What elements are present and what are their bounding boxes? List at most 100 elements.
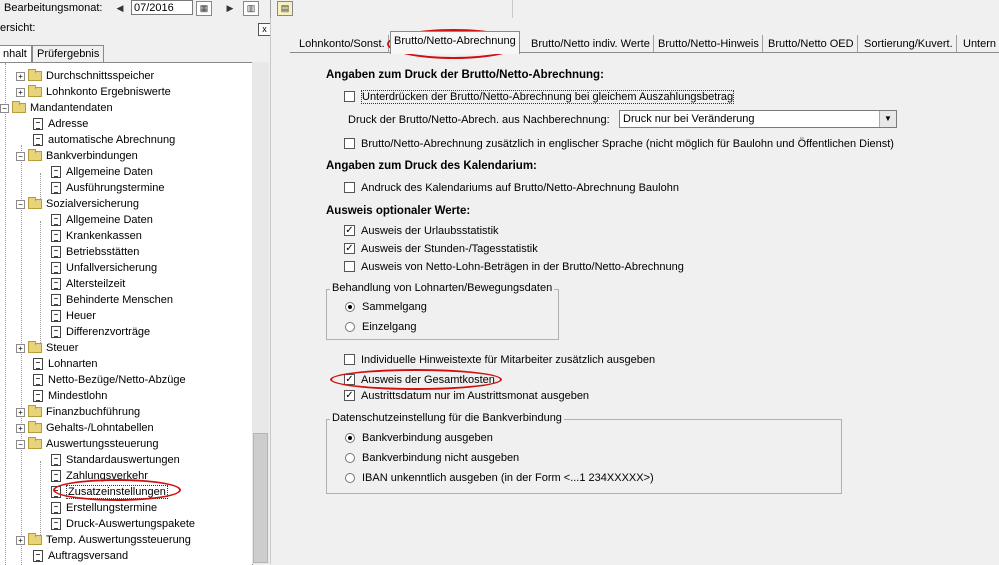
- checkbox-hinweistexte[interactable]: [344, 354, 355, 365]
- radio-iban-unkenntlich[interactable]: [345, 472, 355, 483]
- tree-node[interactable]: automatische Abrechnung: [33, 132, 175, 148]
- calendar-flag-icon[interactable]: ▥: [243, 1, 259, 16]
- tab-brutto-netto-hinweis[interactable]: Brutto/Netto-Hinweis: [655, 35, 763, 53]
- tree-node-label: Auftragsversand: [48, 550, 129, 562]
- tree-node[interactable]: + Durchschnittsspeicher: [16, 68, 154, 84]
- checkbox-row[interactable]: ✓ Ausweis der Gesamtkosten: [344, 372, 495, 387]
- tree-node[interactable]: − Bankverbindungen: [16, 148, 138, 164]
- document-icon: [33, 550, 43, 562]
- tree-node[interactable]: Heuer: [51, 308, 96, 324]
- radio-einzelgang[interactable]: [345, 321, 355, 332]
- expand-icon[interactable]: +: [16, 87, 25, 97]
- tree-node[interactable]: Lohnarten: [33, 356, 98, 372]
- tab-lohnkonto[interactable]: Lohnkonto/Sonst.: [296, 35, 389, 53]
- tab-untern[interactable]: Untern: [960, 35, 999, 53]
- tree-node[interactable]: − Mandantendaten: [0, 100, 113, 116]
- tree-node[interactable]: Differenzvorträge: [51, 324, 150, 340]
- month-input[interactable]: 07/2016: [131, 0, 193, 15]
- checkbox-urlaub[interactable]: ✓: [344, 225, 355, 236]
- tree-node[interactable]: Druck-Auswertungspakete: [51, 516, 195, 532]
- radio-sammelgang[interactable]: [345, 301, 355, 312]
- nachberechnung-select[interactable]: Druck nur bei Veränderung ▼: [619, 110, 897, 128]
- tree-node[interactable]: Krankenkassen: [51, 228, 142, 244]
- radio-bank-nicht-ausgeben[interactable]: [345, 452, 355, 463]
- tree-node[interactable]: Mindestlohn: [33, 388, 107, 404]
- checkbox-row[interactable]: Ausweis von Netto-Lohn-Beträgen in der B…: [344, 259, 684, 274]
- tab-brutto-netto-indiv[interactable]: Brutto/Netto indiv. Werte: [528, 35, 654, 53]
- tree-node[interactable]: + Temp. Auswertungssteuerung: [16, 532, 191, 548]
- section-title-ausweis: Ausweis optionaler Werte:: [326, 205, 471, 217]
- checkbox-unterdruecken[interactable]: [344, 91, 355, 102]
- tree-node[interactable]: Netto-Bezüge/Netto-Abzüge: [33, 372, 186, 388]
- collapse-icon[interactable]: −: [0, 103, 9, 113]
- checkbox-row[interactable]: Brutto/Netto-Abrechnung zusätzlich in en…: [344, 136, 894, 151]
- tree-node[interactable]: Behinderte Menschen: [51, 292, 173, 308]
- calendar-icon[interactable]: ▦: [196, 1, 212, 16]
- checkbox-stunden[interactable]: ✓: [344, 243, 355, 254]
- document-icon: [51, 502, 61, 514]
- tree-node-label: Finanzbuchführung: [46, 406, 141, 418]
- tree-node-label: Durchschnittsspeicher: [46, 70, 155, 82]
- expand-icon[interactable]: +: [16, 71, 25, 81]
- radio-row[interactable]: Einzelgang: [345, 319, 416, 334]
- tab-inhalt[interactable]: nhalt: [0, 45, 32, 62]
- tree-node[interactable]: Betriebsstätten: [51, 244, 139, 260]
- radio-row[interactable]: IBAN unkenntlich ausgeben (in der Form <…: [345, 470, 654, 485]
- expand-icon[interactable]: +: [16, 343, 25, 353]
- checkbox-row[interactable]: Andruck des Kalendariums auf Brutto/Nett…: [344, 180, 679, 195]
- tree-scrollbar-thumb[interactable]: [253, 433, 268, 563]
- checkbox-row[interactable]: ✓ Austrittsdatum nur im Austrittsmonat au…: [344, 388, 589, 403]
- tree-node[interactable]: − Sozialversicherung: [16, 196, 139, 212]
- notes-icon[interactable]: ▤: [277, 1, 293, 16]
- tab-brutto-netto-abrechnung[interactable]: Brutto/Netto-Abrechnung: [390, 31, 520, 54]
- radio-row[interactable]: Bankverbindung ausgeben: [345, 430, 493, 445]
- section-title-druck: Angaben zum Druck der Brutto/Netto-Abrec…: [326, 69, 604, 81]
- folder-icon: [28, 69, 42, 81]
- checkbox-austritt[interactable]: ✓: [344, 390, 355, 401]
- splitter[interactable]: [270, 18, 281, 564]
- radio-row[interactable]: Sammelgang: [345, 299, 427, 314]
- tab-sortierung-kuvert[interactable]: Sortierung/Kuvert.: [861, 35, 957, 53]
- tree-node-label: Differenzvorträge: [66, 326, 151, 338]
- tree-node[interactable]: + Gehalts-/Lohntabellen: [16, 420, 154, 436]
- tree-node[interactable]: + Steuer: [16, 340, 78, 356]
- checkbox-row[interactable]: Individuelle Hinweistexte für Mitarbeite…: [344, 352, 655, 367]
- tree-node[interactable]: Adresse: [33, 116, 88, 132]
- tree-node[interactable]: Altersteilzeit: [51, 276, 125, 292]
- next-month-icon[interactable]: ▶: [222, 1, 238, 16]
- checkbox-row[interactable]: ✓ Ausweis der Urlaubsstatistik: [344, 223, 499, 238]
- tree-node[interactable]: Allgemeine Daten: [51, 212, 153, 228]
- tree-node[interactable]: + Lohnkonto Ergebniswerte: [16, 84, 171, 100]
- checkbox-englisch[interactable]: [344, 138, 355, 149]
- checkbox-gesamtkosten[interactable]: ✓: [344, 374, 355, 385]
- chevron-down-icon[interactable]: ▼: [879, 111, 896, 127]
- tree-node[interactable]: Allgemeine Daten: [51, 164, 153, 180]
- expand-icon[interactable]: +: [16, 423, 25, 433]
- radio-bank-ausgeben[interactable]: [345, 432, 355, 443]
- tree-node-selected[interactable]: Zusatzeinstellungen: [51, 484, 168, 500]
- tree-node[interactable]: − Auswertungssteuerung: [16, 436, 159, 452]
- collapse-icon[interactable]: −: [16, 439, 25, 449]
- tree-node[interactable]: Zahlungsverkehr: [51, 468, 148, 484]
- tab-pruefergebnis[interactable]: Prüfergebnis: [32, 45, 105, 62]
- checkbox-row[interactable]: ✓ Ausweis der Stunden-/Tagesstatistik: [344, 241, 538, 256]
- tree-node[interactable]: Erstellungstermine: [51, 500, 157, 516]
- tree-node[interactable]: Unfallversicherung: [51, 260, 157, 276]
- tree-node-label: Erstellungstermine: [66, 502, 158, 514]
- radio-row[interactable]: Bankverbindung nicht ausgeben: [345, 450, 519, 465]
- collapse-icon[interactable]: −: [16, 151, 25, 161]
- tab-brutto-netto-oed[interactable]: Brutto/Netto OED: [765, 35, 858, 53]
- tree-node[interactable]: + Finanzbuchführung: [16, 404, 140, 420]
- tree-node[interactable]: Auftragsversand: [33, 548, 128, 564]
- checkbox-kalendarium[interactable]: [344, 182, 355, 193]
- checkbox-netto-lohn[interactable]: [344, 261, 355, 272]
- group-title-lohnarten: Behandlung von Lohnarten/Bewegungsdaten: [330, 282, 555, 294]
- expand-icon[interactable]: +: [16, 535, 25, 545]
- tree-node[interactable]: Ausführungstermine: [51, 180, 164, 196]
- tree-node-label: Sozialversicherung: [46, 198, 139, 210]
- collapse-icon[interactable]: −: [16, 199, 25, 209]
- prev-month-icon[interactable]: ◀: [112, 1, 128, 16]
- checkbox-row[interactable]: Unterdrücken der Brutto/Netto-Abrechnung…: [344, 89, 735, 104]
- expand-icon[interactable]: +: [16, 407, 25, 417]
- tree-node[interactable]: Standardauswertungen: [51, 452, 180, 468]
